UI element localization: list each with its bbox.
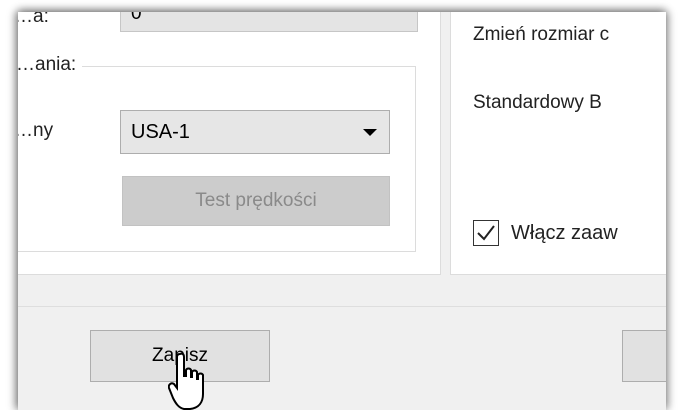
secondary-footer-button[interactable]	[622, 330, 666, 382]
server-label: …ny	[18, 120, 54, 141]
top-field-label: …a:	[18, 12, 49, 27]
chevron-down-icon	[363, 129, 377, 136]
hand-cursor-icon	[168, 352, 204, 410]
server-select[interactable]: USA-1	[120, 110, 390, 154]
footer-divider	[18, 306, 666, 307]
left-settings-panel: …a: 0 …ania: …ny USA-1 Test prędkości	[18, 12, 441, 275]
top-value-text: 0	[131, 12, 142, 24]
speed-test-button[interactable]: Test prędkości	[122, 176, 390, 226]
server-select-value: USA-1	[131, 121, 190, 143]
settings-window: …a: 0 …ania: …ny USA-1 Test prędkości Zm…	[18, 12, 666, 410]
right-settings-panel: Zmień rozmiar c Standardowy B Włącz zaaw	[450, 12, 666, 275]
group-title: …ania:	[18, 54, 83, 76]
advanced-checkbox[interactable]	[473, 220, 499, 246]
standard-text: Standardowy B	[473, 92, 602, 113]
advanced-checkbox-label[interactable]: Włącz zaaw	[511, 222, 618, 245]
top-value-field[interactable]: 0	[120, 12, 418, 32]
resize-text: Zmień rozmiar c	[473, 24, 610, 45]
checkmark-icon	[477, 225, 495, 241]
